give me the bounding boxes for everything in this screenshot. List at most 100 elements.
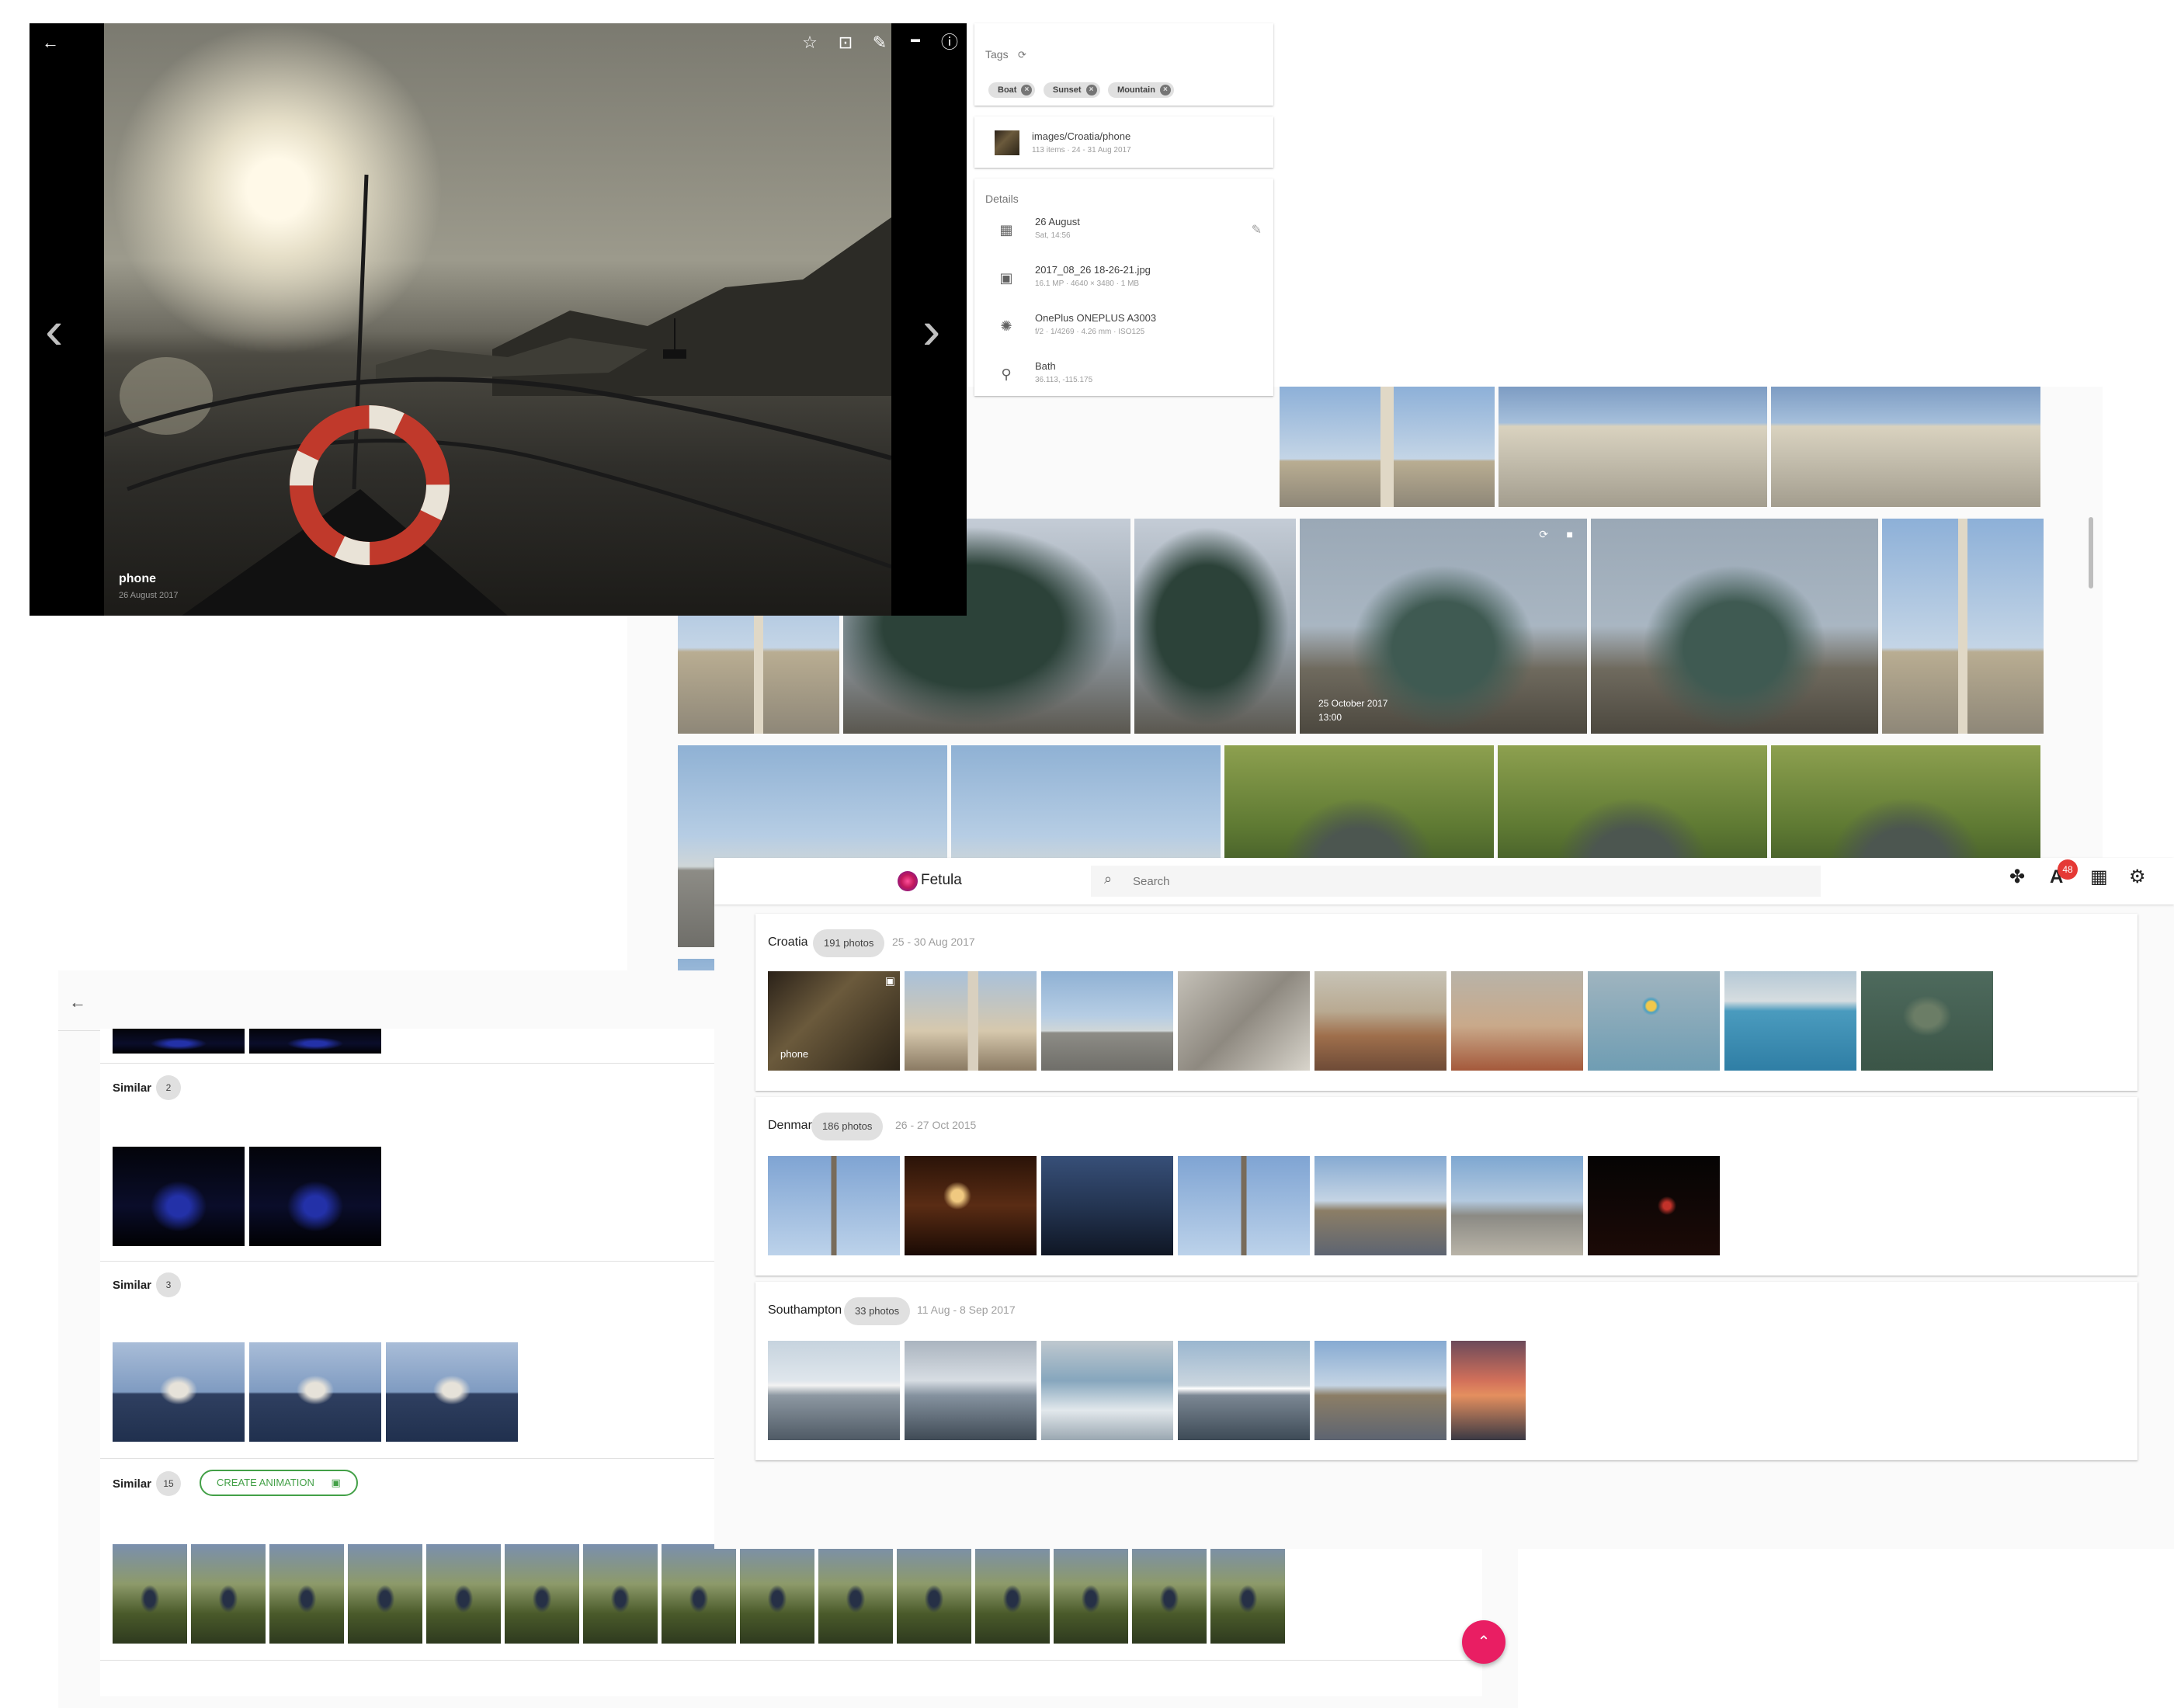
grid-photo[interactable] [1771, 387, 2040, 507]
scrollbar-thumb[interactable] [2089, 517, 2093, 588]
delete-icon[interactable]: ■ [1567, 528, 1573, 540]
album-photo[interactable] [1178, 971, 1310, 1071]
album-photo[interactable] [1588, 971, 1720, 1071]
similar-photo[interactable] [249, 1342, 381, 1442]
grid-photo[interactable] [1280, 387, 1495, 507]
similar-photo[interactable] [505, 1544, 579, 1644]
grid-photo[interactable] [1882, 519, 2044, 734]
album-title: Croatia [768, 936, 808, 949]
album-photo[interactable] [1041, 1341, 1173, 1440]
tags-card: Tags ⟳ Boat × Sunset × Mountain × [974, 23, 1273, 106]
chevron-right-icon[interactable]: › [922, 303, 940, 357]
similar-photo[interactable] [249, 1147, 381, 1246]
similar-photo[interactable] [249, 1029, 381, 1054]
album-photo[interactable]: ▣ phone [768, 971, 900, 1071]
star-icon[interactable]: ☆ [798, 34, 821, 57]
remove-tag-icon[interactable]: × [1021, 85, 1033, 95]
refresh-icon[interactable]: ⟳ [1539, 528, 1548, 541]
aperture-icon: ✺ [1000, 318, 1012, 334]
grid-photo-hovered[interactable]: ⟳ ■ 25 October 2017 13:00 [1300, 519, 1587, 734]
edit-icon[interactable]: ✎ [868, 34, 891, 57]
similar-photo[interactable] [348, 1544, 422, 1644]
similar-photo[interactable] [1054, 1544, 1128, 1644]
remove-tag-icon[interactable]: × [1159, 85, 1171, 95]
similar-photo[interactable] [426, 1544, 501, 1644]
album-card[interactable]: Southampton 33 photos 11 Aug - 8 Sep 201… [755, 1282, 2138, 1460]
similar-photo[interactable] [113, 1029, 245, 1054]
similar-photo[interactable] [975, 1544, 1050, 1644]
tag-chip[interactable]: Sunset × [1043, 82, 1100, 98]
portrait-icon: ▣ [884, 974, 895, 987]
album-photo[interactable] [1041, 971, 1173, 1071]
similar-photo[interactable] [662, 1544, 736, 1644]
album-photo[interactable] [905, 1341, 1037, 1440]
album-dates: 25 - 30 Aug 2017 [892, 936, 975, 948]
album-photo[interactable] [1314, 1156, 1446, 1255]
movie-clapper-icon: ▣ [331, 1477, 341, 1488]
fetula-window: Fetula ⌕ ✤ A 48 ▦ ⚙ Croatia 191 photos 2… [714, 858, 2174, 1549]
similar-photo[interactable] [269, 1544, 344, 1644]
edit-date-icon[interactable]: ✎ [1252, 222, 1262, 238]
settings-icon[interactable]: ⚙ [2129, 868, 2146, 887]
album-photo[interactable] [768, 1341, 900, 1440]
album-card[interactable]: Croatia 191 photos 25 - 30 Aug 2017 ▣ ph… [755, 914, 2138, 1091]
search-input[interactable] [1091, 866, 1821, 897]
album-link-card[interactable]: images/Croatia/phone 113 items · 24 - 31… [974, 116, 1273, 168]
filename-text: 2017_08_26 18-26-21.jpg [1035, 264, 1151, 276]
album-photo[interactable] [1451, 971, 1583, 1071]
scroll-top-button[interactable]: ⌃ [1462, 1620, 1505, 1664]
similar-photo[interactable] [191, 1544, 266, 1644]
hover-date: 25 October 2017 [1318, 698, 1388, 709]
crop-icon[interactable]: ⊡ [834, 34, 857, 57]
tag-chip[interactable]: Mountain × [1108, 82, 1174, 98]
back-arrow-icon[interactable]: ← [69, 992, 86, 1012]
similar-photo[interactable] [113, 1544, 187, 1644]
back-arrow-icon[interactable]: ← [39, 34, 62, 57]
similar-photo[interactable] [897, 1544, 971, 1644]
album-count: 186 photos [811, 1113, 884, 1140]
grid-photo[interactable] [1499, 387, 1767, 507]
album-photo[interactable] [1588, 1156, 1720, 1255]
album-count: 33 photos [844, 1297, 911, 1325]
grid-photo[interactable] [1134, 519, 1296, 734]
remove-tag-icon[interactable]: × [1085, 85, 1097, 95]
similar-photo[interactable] [1132, 1544, 1207, 1644]
album-photo[interactable] [905, 971, 1037, 1071]
tag-chip[interactable]: Boat × [988, 82, 1036, 98]
album-photo[interactable] [1041, 1156, 1173, 1255]
info-icon[interactable]: ⓘ [938, 34, 961, 57]
location-pin-icon: ⚲ [1001, 366, 1012, 382]
album-photo[interactable] [1451, 1341, 1526, 1440]
album-photo[interactable] [1724, 971, 1856, 1071]
refresh-tags-icon[interactable]: ⟳ [1018, 49, 1026, 61]
album-photo[interactable] [905, 1156, 1037, 1255]
apps-grid-icon[interactable]: ▦ [2090, 868, 2108, 887]
similar-photo[interactable] [1210, 1544, 1285, 1644]
detail-camera: ✺ OnePlus ONEPLUS A3003 f/2 · 1/4269 · 4… [998, 312, 1262, 359]
album-photo[interactable] [768, 1156, 900, 1255]
hover-time: 13:00 [1318, 712, 1342, 723]
album-photo[interactable] [1861, 971, 1993, 1071]
album-photo[interactable] [1314, 1341, 1446, 1440]
viewer-photo [104, 23, 891, 616]
similar-photo[interactable] [818, 1544, 893, 1644]
time-text: Sat, 14:56 [1035, 231, 1071, 240]
create-animation-button[interactable]: CREATE ANIMATION ▣ [200, 1470, 358, 1496]
chevron-left-icon[interactable]: ‹ [45, 303, 63, 357]
album-photo[interactable] [1451, 1156, 1583, 1255]
chevron-up-icon: ⌃ [1477, 1633, 1491, 1651]
similar-photo[interactable] [583, 1544, 658, 1644]
album-photo[interactable] [1314, 971, 1446, 1071]
hd-icon[interactable]: ▬ [904, 34, 927, 57]
similar-photo[interactable] [113, 1147, 245, 1246]
pinwheel-icon[interactable]: ✤ [2009, 868, 2025, 887]
similar-photo[interactable] [386, 1342, 518, 1442]
similar-photo[interactable] [113, 1342, 245, 1442]
location-text: Bath [1035, 360, 1056, 372]
album-photo[interactable] [1178, 1341, 1310, 1440]
similar-photo-strip [113, 1544, 1433, 1644]
album-card[interactable]: Denmark 186 photos 26 - 27 Oct 2015 [755, 1097, 2138, 1276]
grid-photo[interactable] [1591, 519, 1878, 734]
similar-photo[interactable] [740, 1544, 814, 1644]
album-photo[interactable] [1178, 1156, 1310, 1255]
